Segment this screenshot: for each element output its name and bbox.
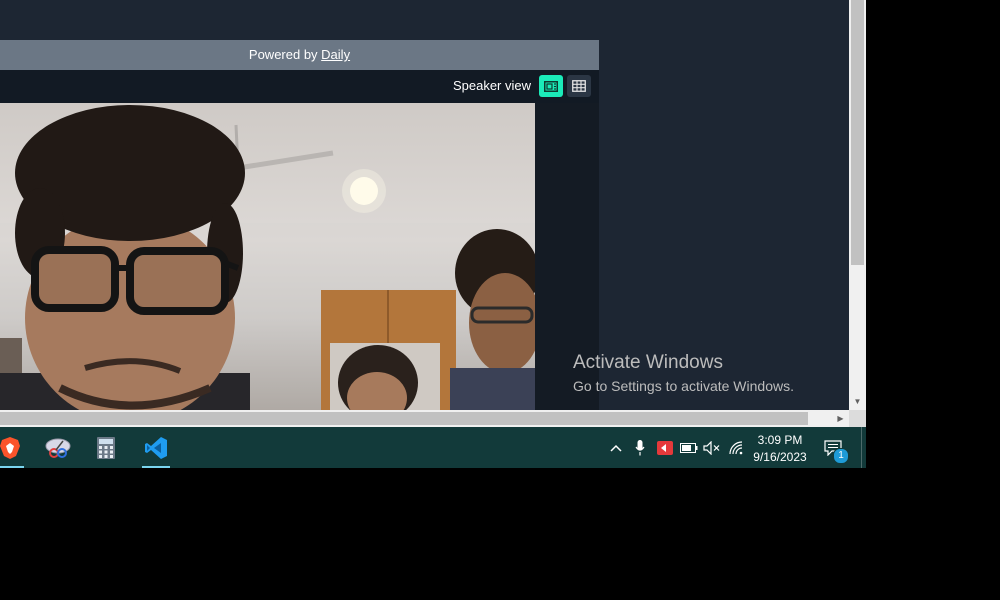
vertical-scrollbar[interactable]: ▼: [849, 0, 866, 410]
daily-link[interactable]: Daily: [321, 47, 350, 62]
clock-time: 3:09 PM: [757, 433, 803, 447]
microphone-tray-button[interactable]: [630, 427, 650, 468]
video-frame-image: [0, 105, 535, 410]
volume-tray-button[interactable]: [702, 427, 722, 468]
battery-tray-button[interactable]: [679, 427, 699, 468]
speaker-view-icon: [544, 80, 558, 92]
screen-recorder-icon: [657, 440, 673, 455]
volume-muted-icon: [703, 440, 720, 455]
active-indicator: [142, 466, 170, 468]
brave-browser-icon: [0, 436, 20, 459]
activate-windows-watermark: Activate Windows Go to Settings to activ…: [573, 352, 794, 394]
vscode-icon: [145, 436, 167, 459]
horizontal-scrollbar[interactable]: ▶: [0, 410, 849, 427]
powered-by-text: Powered by: [248, 47, 322, 62]
participant-video[interactable]: [0, 103, 535, 410]
desktop-screen: Powered by Daily Speaker view Activate W…: [0, 0, 866, 468]
taskbar-app-calculator[interactable]: [86, 427, 126, 468]
calculator-icon: [97, 436, 115, 459]
chevron-up-icon: [610, 444, 622, 452]
app-tray-button[interactable]: [655, 427, 675, 468]
scroll-down-arrow-icon[interactable]: ▼: [849, 394, 866, 410]
powered-by-bar: Powered by Daily: [0, 40, 599, 70]
taskbar-app-vscode[interactable]: [136, 427, 176, 468]
horizontal-scroll-thumb[interactable]: [0, 412, 808, 425]
microphone-icon: [635, 439, 645, 455]
notification-count-badge: 1: [833, 448, 849, 464]
taskbar: 3:09 PM 9/16/2023 1: [0, 427, 866, 468]
show-desktop-button[interactable]: [861, 427, 866, 468]
scroll-right-arrow-icon[interactable]: ▶: [832, 410, 849, 427]
taskbar-app-brave[interactable]: [0, 427, 30, 468]
vertical-scroll-thumb[interactable]: [851, 0, 864, 265]
battery-icon: [680, 442, 698, 453]
video-area: [0, 103, 599, 410]
taskbar-clock[interactable]: 3:09 PM 9/16/2023: [748, 432, 812, 466]
scrollbar-corner: [849, 410, 866, 427]
call-header: Speaker view: [0, 70, 599, 103]
taskbar-app-snipping[interactable]: [38, 427, 78, 468]
show-hidden-icons-button[interactable]: [606, 427, 626, 468]
view-mode-label: Speaker view: [452, 78, 531, 93]
activate-title: Activate Windows: [573, 352, 723, 373]
clock-date: 9/16/2023: [753, 450, 807, 464]
grid-view-icon: [572, 80, 586, 92]
active-indicator: [0, 466, 24, 468]
grid-view-button[interactable]: [567, 75, 591, 97]
snipping-tool-icon: [45, 438, 71, 458]
activate-subtitle: Go to Settings to activate Windows.: [573, 378, 794, 394]
network-tray-button[interactable]: [727, 427, 747, 468]
wifi-icon: [729, 440, 743, 454]
speaker-view-button[interactable]: [539, 75, 563, 97]
